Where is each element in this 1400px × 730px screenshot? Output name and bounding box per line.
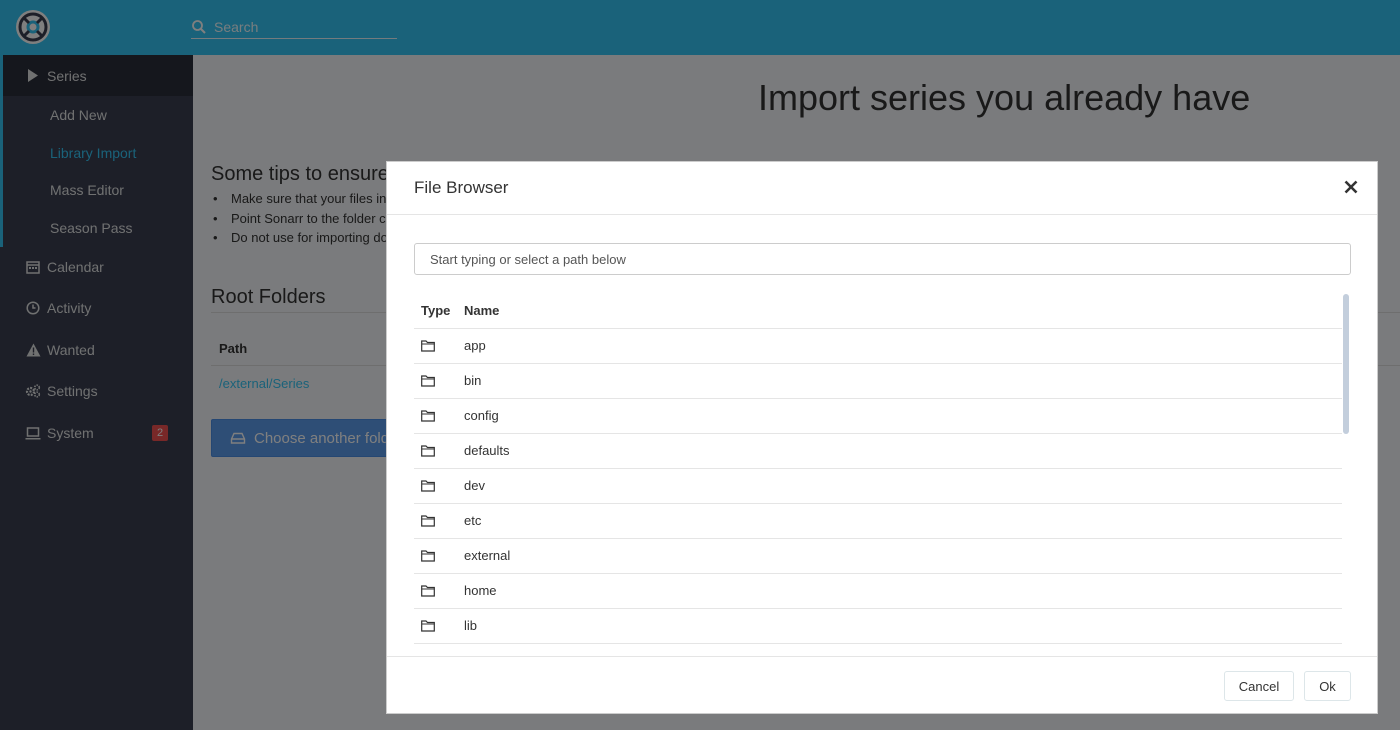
table-row[interactable]: app [414, 329, 1342, 364]
modal-header: File Browser [387, 162, 1377, 215]
folder-icon [421, 340, 435, 352]
folder-name: dev [464, 478, 485, 493]
folder-icon [421, 515, 435, 527]
folder-name: bin [464, 373, 482, 388]
table-row[interactable]: external [414, 539, 1342, 574]
table-row[interactable]: etc [414, 504, 1342, 539]
folder-icon [421, 375, 435, 387]
path-input[interactable] [414, 243, 1351, 275]
table-row[interactable]: defaults [414, 434, 1342, 469]
folder-name: defaults [464, 443, 510, 458]
name-column-header: Name [464, 303, 500, 318]
cancel-button[interactable]: Cancel [1224, 671, 1294, 701]
type-column-header: Type [421, 303, 451, 318]
folder-name: etc [464, 513, 482, 528]
file-browser-modal: File Browser Type Name app bin config de… [386, 161, 1378, 714]
table-row[interactable]: config [414, 399, 1342, 434]
folder-icon [421, 410, 435, 422]
folder-name: home [464, 583, 497, 598]
table-row[interactable]: lib [414, 609, 1342, 644]
folder-icon [421, 620, 435, 632]
table-row[interactable]: dev [414, 469, 1342, 504]
folder-icon [421, 585, 435, 597]
folder-name: app [464, 338, 486, 353]
modal-title: File Browser [414, 178, 509, 197]
folder-name: config [464, 408, 499, 423]
folder-icon [421, 480, 435, 492]
table-row[interactable]: home [414, 574, 1342, 609]
folder-icon [421, 445, 435, 457]
ok-button[interactable]: Ok [1304, 671, 1351, 701]
folder-name: lib [464, 618, 478, 633]
folder-name: external [464, 548, 511, 563]
table-row[interactable]: bin [414, 364, 1342, 399]
table-scrollbar[interactable] [1343, 294, 1349, 434]
folder-table: Type Name app bin config defaults dev et… [414, 294, 1342, 656]
close-icon[interactable] [1342, 178, 1360, 196]
modal-footer: Cancel Ok [387, 656, 1377, 713]
folder-icon [421, 550, 435, 562]
